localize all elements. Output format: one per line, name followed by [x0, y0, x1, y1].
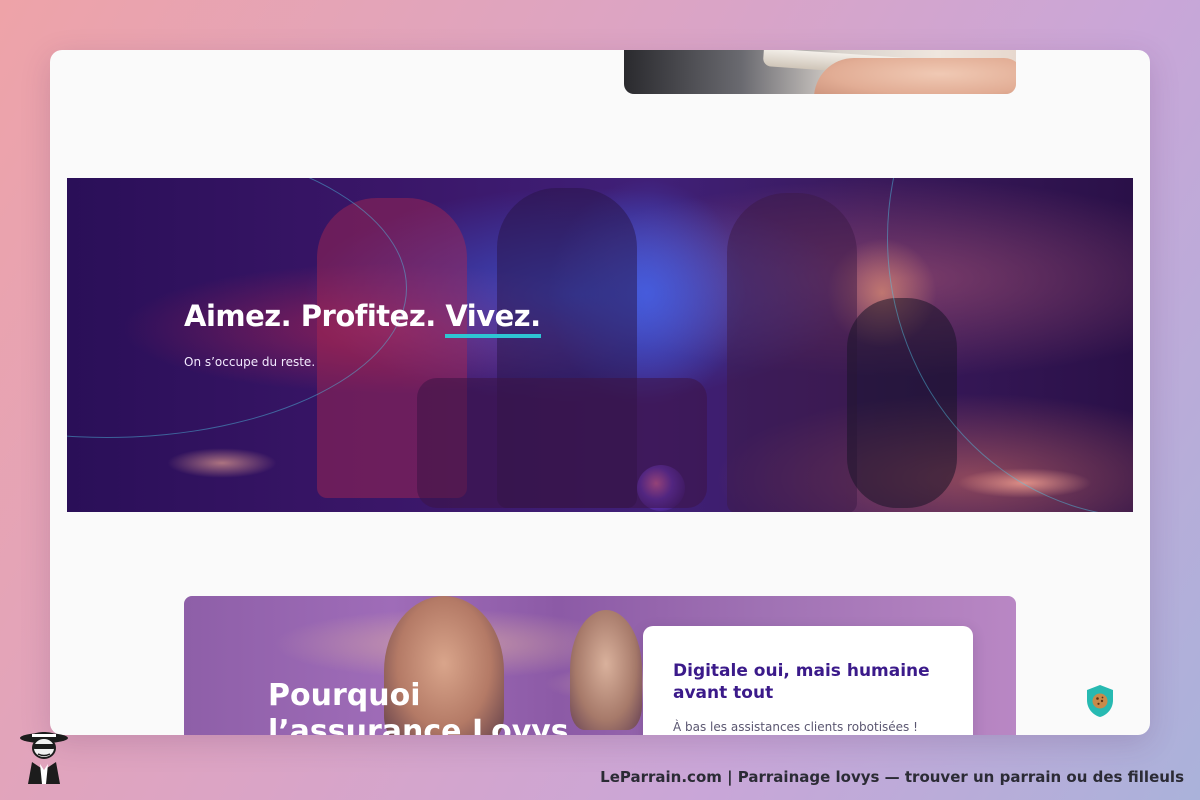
cookie-shield-icon [1087, 685, 1113, 717]
hero-banner: Aimez. Profitez. Vivez. On s’occupe du r… [67, 178, 1133, 512]
card-text: À bas les assistances clients robotisées… [673, 720, 918, 735]
cookie-settings-button[interactable] [1085, 684, 1115, 718]
why-lovys-section: Pourquoi l’assurance Lovys Digitale oui,… [184, 596, 1016, 735]
hero-subtitle: On s’occupe du reste. [184, 355, 316, 369]
human-digital-card: Digitale oui, mais humaine avant tout À … [643, 626, 973, 735]
hero-title: Aimez. Profitez. Vivez. [184, 299, 541, 338]
card-title: Digitale oui, mais humaine avant tout [673, 661, 930, 704]
phone-in-hand-photo [624, 50, 1016, 94]
spy-mascot-icon [18, 728, 70, 784]
dancer-right [727, 193, 857, 512]
hero-title-main: Aimez. Profitez. [184, 299, 446, 333]
table-lamp-left [167, 448, 277, 478]
why-title: Pourquoi l’assurance Lovys [268, 678, 569, 735]
browser-window: Aimez. Profitez. Vivez. On s’occupe du r… [50, 50, 1150, 735]
footer-caption: LeParrain.com | Parrainage lovys — trouv… [600, 768, 1184, 786]
sofa [417, 378, 707, 508]
hand-shape [814, 58, 1016, 94]
hero-title-accent: Vivez. [445, 300, 541, 338]
